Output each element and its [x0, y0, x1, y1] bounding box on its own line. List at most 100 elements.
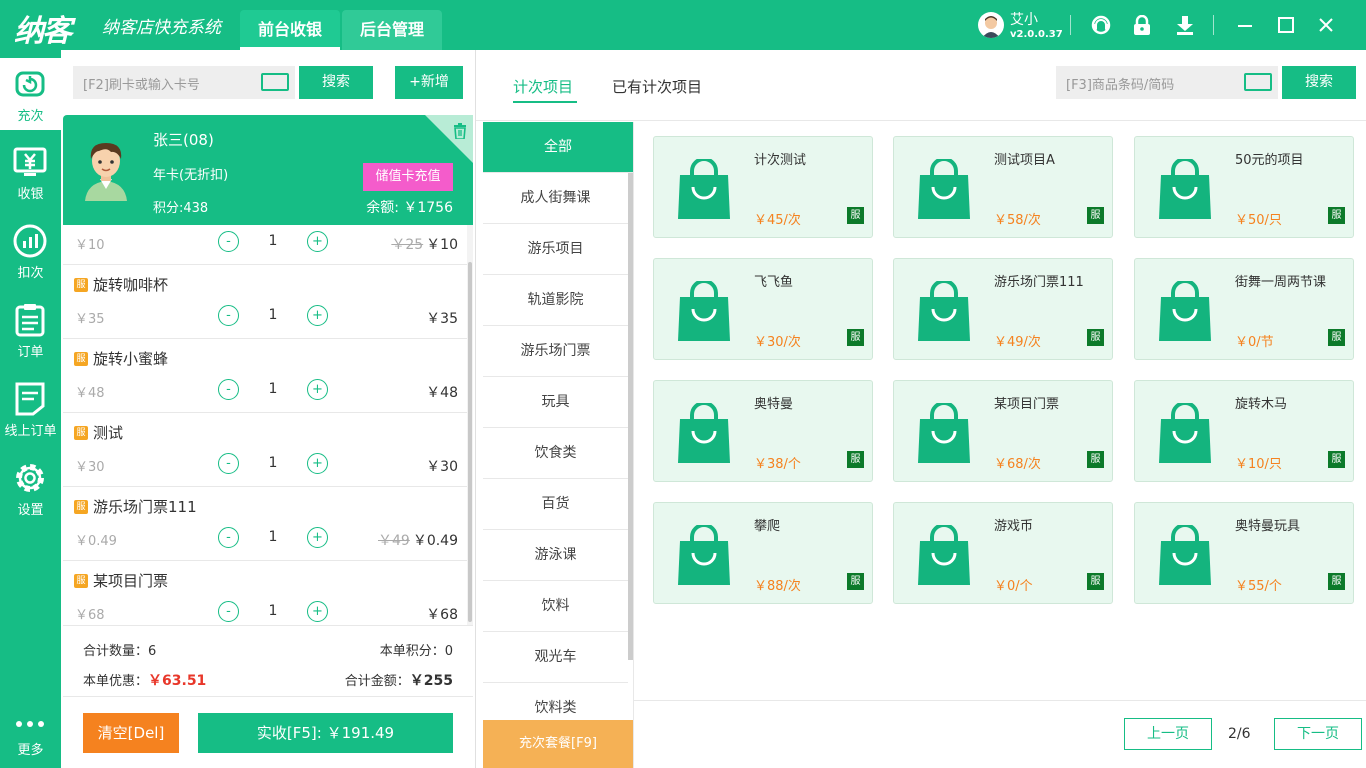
stored-value-recharge-button[interactable]: 储值卡充值: [363, 163, 453, 191]
user-avatar[interactable]: [978, 12, 1004, 38]
cart-row[interactable]: 服测试 ￥30 - 1 + ￥30: [63, 413, 473, 487]
sidebar-item-online-orders[interactable]: 线上订单: [0, 373, 61, 445]
decrease-qty-button[interactable]: -: [218, 527, 239, 548]
category-item[interactable]: 观光车: [483, 632, 628, 683]
category-item[interactable]: 游乐场门票: [483, 326, 628, 377]
category-item[interactable]: 成人街舞课: [483, 173, 628, 224]
increase-qty-button[interactable]: +: [307, 231, 328, 252]
recharge-package-button[interactable]: 充次套餐[F9]: [483, 720, 633, 768]
card-search-button[interactable]: 搜索: [299, 66, 373, 99]
minimize-icon[interactable]: [1233, 13, 1257, 37]
product-card[interactable]: 街舞一周两节课 ￥0/节 服: [1134, 258, 1354, 360]
cart-row[interactable]: ￥10 - 1 + ￥25 ￥10: [63, 225, 473, 265]
sidebar-item-settings[interactable]: 设置: [0, 452, 61, 524]
sidebar-item-orders[interactable]: 订单: [0, 294, 61, 366]
service-tag: 服: [74, 500, 88, 514]
clear-button[interactable]: 清空[Del]: [83, 713, 179, 753]
tab-count-items[interactable]: 计次项目: [513, 76, 573, 97]
tab-backend-admin[interactable]: 后台管理: [342, 10, 442, 50]
cart-item-name: 旋转小蜜蜂: [93, 350, 169, 368]
product-card[interactable]: 旋转木马 ￥10/只 服: [1134, 380, 1354, 482]
category-item[interactable]: 全部: [483, 122, 633, 173]
sidebar-item-label: 扣次: [17, 266, 44, 281]
increase-qty-button[interactable]: +: [307, 379, 328, 400]
maximize-icon[interactable]: [1274, 13, 1298, 37]
download-icon[interactable]: [1173, 13, 1197, 37]
order-discount-label: 本单优惠：: [83, 674, 149, 689]
member-avatar: [85, 143, 127, 201]
shopping-bag-icon: [918, 403, 970, 463]
cart-row[interactable]: 服游乐场门票111 ￥0.49-1 + ￥49 ￥0.49: [63, 487, 473, 561]
sidebar-item-cashier[interactable]: 收银: [0, 136, 61, 208]
increase-qty-button[interactable]: +: [307, 601, 328, 622]
product-card[interactable]: 50元的项目 ￥50/只 服: [1134, 136, 1354, 238]
product-card[interactable]: 某项目门票 ￥68/次 服: [893, 380, 1113, 482]
product-card[interactable]: 测试项目A ￥58/次 服: [893, 136, 1113, 238]
cart-item-new-total: ￥48: [426, 385, 458, 401]
sidebar-item-more[interactable]: 更多: [0, 702, 61, 764]
card-search-input[interactable]: [F2]刷卡或输入卡号: [73, 66, 295, 99]
category-item[interactable]: 轨道影院: [483, 275, 628, 326]
increase-qty-button[interactable]: +: [307, 453, 328, 474]
product-card[interactable]: 游乐场门票111 ￥49/次 服: [893, 258, 1113, 360]
category-item[interactable]: 饮料: [483, 581, 628, 632]
service-tag: 服: [847, 573, 864, 590]
decrease-qty-button[interactable]: -: [218, 231, 239, 252]
keyboard-icon[interactable]: [261, 73, 289, 91]
increase-qty-button[interactable]: +: [307, 305, 328, 326]
category-item[interactable]: 饮食类: [483, 428, 628, 479]
category-item[interactable]: 游乐项目: [483, 224, 628, 275]
app-version: v2.0.0.37: [1010, 29, 1063, 40]
sidebar-item-label: 设置: [17, 503, 44, 518]
decrease-qty-button[interactable]: -: [218, 379, 239, 400]
divider: [476, 120, 1366, 121]
active-tab-underline: [513, 101, 577, 103]
cashier-icon: [13, 147, 47, 176]
tab-front-cashier[interactable]: 前台收银: [240, 10, 340, 50]
product-card[interactable]: 攀爬 ￥88/次 服: [653, 502, 873, 604]
product-card[interactable]: 奥特曼 ￥38/个 服: [653, 380, 873, 482]
service-tag: 服: [1328, 451, 1345, 468]
cart-row[interactable]: 服旋转小蜜蜂 ￥48 - 1 + ￥48: [63, 339, 473, 413]
product-name: 街舞一周两节课: [1235, 275, 1327, 290]
increase-qty-button[interactable]: +: [307, 527, 328, 548]
product-search-input[interactable]: [F3]商品条码/简码: [1056, 66, 1278, 99]
sidebar-item-deduct[interactable]: 扣次: [0, 215, 61, 287]
cart-item-old-total: ￥49: [378, 533, 410, 549]
cart-row[interactable]: 服旋转咖啡杯 ￥35 - 1 + ￥35: [63, 265, 473, 339]
category-item[interactable]: 百货: [483, 479, 628, 530]
lock-icon[interactable]: [1130, 13, 1154, 37]
product-card[interactable]: 奥特曼玩具 ￥55/个 服: [1134, 502, 1354, 604]
shopping-bag-icon: [678, 159, 730, 219]
cart-item-old-total: ￥25: [391, 237, 424, 253]
product-price: ￥58/次: [994, 213, 1041, 228]
cart-row[interactable]: 服某项目门票 ￥68 - 1 + ￥68: [63, 561, 473, 625]
close-icon[interactable]: [1314, 13, 1338, 37]
sidebar-item-recharge[interactable]: 充次: [0, 58, 61, 130]
product-card[interactable]: 计次测试 ￥45/次 服: [653, 136, 873, 238]
support-icon[interactable]: [1089, 13, 1113, 37]
category-item[interactable]: 游泳课: [483, 530, 628, 581]
cart-scrollbar-thumb[interactable]: [468, 262, 472, 622]
keyboard-icon[interactable]: [1244, 73, 1272, 91]
decrease-qty-button[interactable]: -: [218, 601, 239, 622]
checkout-button[interactable]: 实收[F5]: ￥191.49: [198, 713, 453, 753]
product-card[interactable]: 飞飞鱼 ￥30/次 服: [653, 258, 873, 360]
next-page-button[interactable]: 下一页: [1274, 718, 1362, 750]
product-name: 奥特曼玩具: [1235, 519, 1301, 534]
product-name: 某项目门票: [994, 397, 1060, 412]
cart-item-new-total: ￥35: [426, 311, 458, 327]
category-item[interactable]: 玩具: [483, 377, 628, 428]
prev-page-button[interactable]: 上一页: [1124, 718, 1212, 750]
product-search-button[interactable]: 搜索: [1282, 66, 1356, 99]
tab-existing-count-items[interactable]: 已有计次项目: [612, 76, 702, 97]
add-member-button[interactable]: +新增: [395, 66, 463, 99]
decrease-qty-button[interactable]: -: [218, 453, 239, 474]
product-price: ￥45/次: [754, 213, 801, 228]
cart-item-total: ￥35: [426, 308, 458, 328]
decrease-qty-button[interactable]: -: [218, 305, 239, 326]
member-balance: 余额: ￥1756: [366, 200, 453, 216]
product-card[interactable]: 游戏币 ￥0/个 服: [893, 502, 1113, 604]
shopping-bag-icon: [1159, 525, 1211, 585]
trash-icon[interactable]: [453, 123, 467, 139]
